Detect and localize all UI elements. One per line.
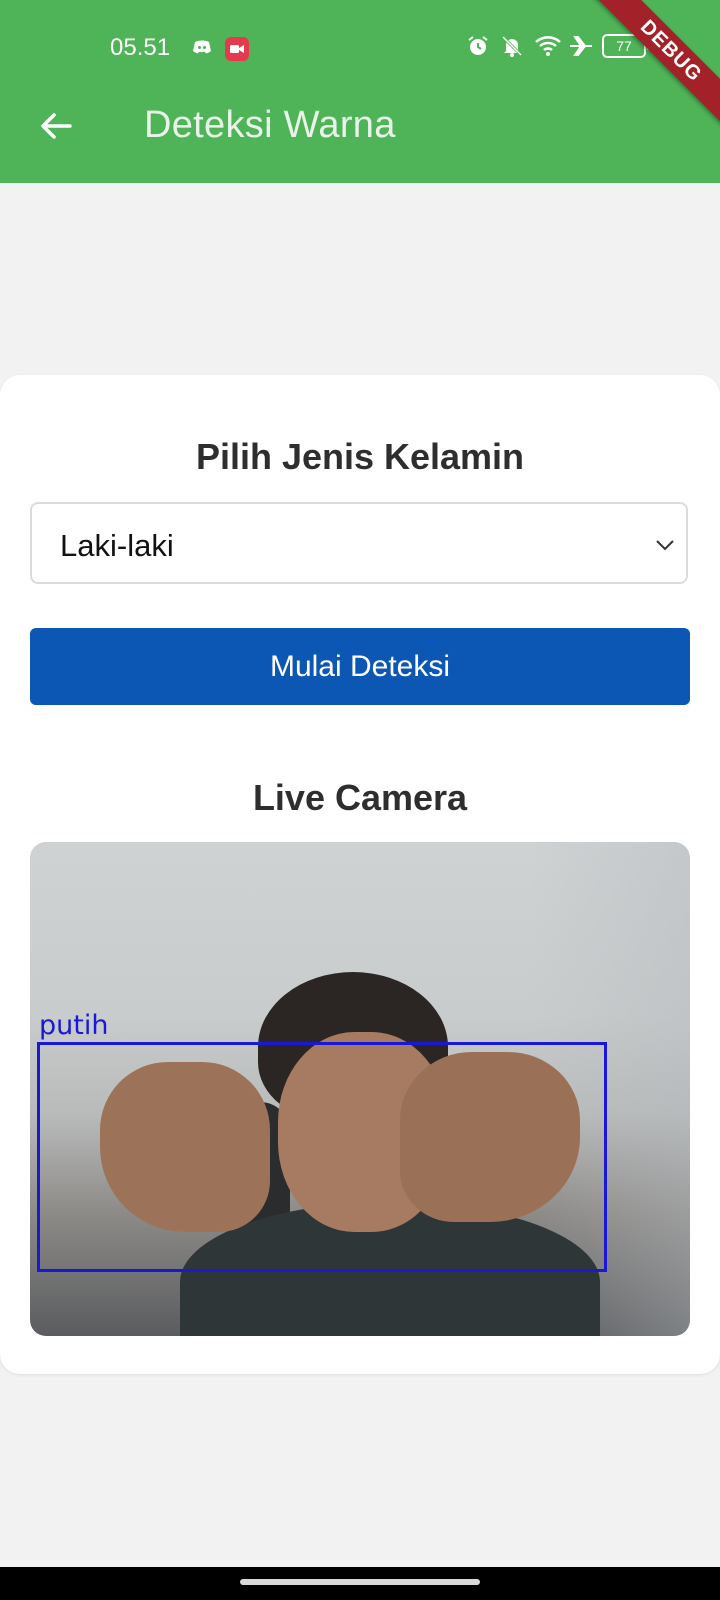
gender-selected-value: Laki-laki xyxy=(60,528,174,563)
airplane-icon xyxy=(568,34,592,58)
detection-box xyxy=(37,1042,607,1272)
camera-title: Live Camera xyxy=(252,777,468,818)
home-indicator[interactable] xyxy=(240,1579,480,1585)
mute-icon xyxy=(500,34,524,58)
page-title: Deteksi Warna xyxy=(144,104,396,146)
navigation-bar xyxy=(0,1567,720,1600)
chevron-down-icon xyxy=(654,534,676,556)
detection-label: putih xyxy=(39,1010,109,1041)
status-right-icons: 77 xyxy=(466,34,650,58)
wifi-icon xyxy=(534,34,561,58)
gender-title: Pilih Jenis Kelamin xyxy=(195,436,525,477)
app-bar: 05.51 77 Deteksi Warna xyxy=(0,0,720,183)
alarm-icon xyxy=(466,34,490,58)
back-button[interactable] xyxy=(36,106,76,146)
start-detection-button[interactable]: Mulai Deteksi xyxy=(30,628,690,705)
status-time: 05.51 xyxy=(110,34,171,61)
live-camera-view: putih xyxy=(30,842,690,1336)
discord-icon xyxy=(190,36,214,60)
status-left-icons xyxy=(190,36,249,61)
back-arrow-icon xyxy=(41,113,72,139)
gender-dropdown[interactable]: Laki-laki xyxy=(30,502,688,584)
screen-record-icon xyxy=(224,36,249,61)
